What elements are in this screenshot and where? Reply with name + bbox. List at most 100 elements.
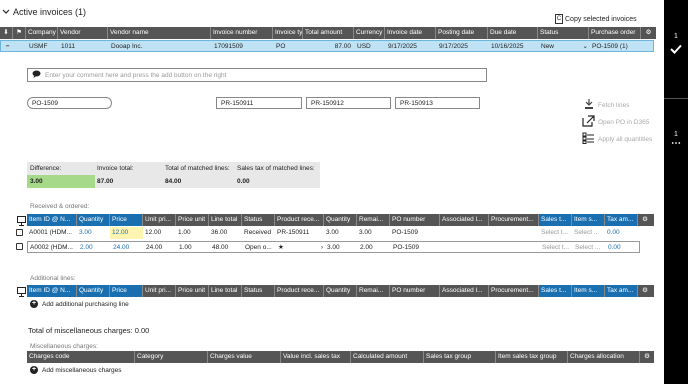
- copy-selected-invoices-button[interactable]: C Copy selected invoices: [555, 14, 637, 24]
- add-additional-line-button[interactable]: + Add additional purchasing line: [30, 300, 129, 308]
- column-chooser-icon[interactable]: [17, 216, 26, 228]
- gear-icon[interactable]: ⚙: [638, 214, 652, 226]
- col-item-sales[interactable]: Item s...: [572, 214, 605, 226]
- col-calculated-amount[interactable]: Calculated amount: [351, 351, 424, 363]
- col-item-id[interactable]: Item ID @ N...: [27, 214, 77, 226]
- flag-icon[interactable]: ⚑: [13, 27, 26, 39]
- col-sales-tax[interactable]: Sales t...: [539, 214, 572, 226]
- col-charges-value[interactable]: Charges value: [208, 351, 281, 363]
- col-charges-code[interactable]: Charges code: [27, 351, 135, 363]
- col-quantity-2[interactable]: Quantity: [324, 214, 357, 226]
- col-sales-tax[interactable]: Sales t...: [539, 285, 572, 297]
- collapse-chevron-icon[interactable]: [2, 7, 10, 17]
- col-price[interactable]: Price: [110, 285, 143, 297]
- col-vendor-name[interactable]: Vendor name: [108, 27, 211, 39]
- col-product-receipt[interactable]: Product rece...: [275, 214, 324, 226]
- cell-tax-amount[interactable]: 0.00: [606, 242, 639, 254]
- col-status[interactable]: Status: [242, 214, 275, 226]
- cell-quantity[interactable]: 3.00: [77, 227, 110, 239]
- add-misc-charges-button[interactable]: + Add miscellaneous charges: [30, 366, 122, 374]
- col-status[interactable]: Status: [242, 285, 275, 297]
- table-row[interactable]: A0002 (HDM... 2.00 24.00 24.00 1.00 48.0…: [27, 241, 640, 253]
- gear-icon[interactable]: ⚙: [640, 351, 654, 363]
- col-item-sales-tax-group[interactable]: Item sales tax group: [496, 351, 568, 363]
- cell-quantity[interactable]: 2.00: [78, 242, 111, 254]
- col-invoice-date[interactable]: Invoice date: [385, 27, 436, 39]
- invoice-grid-header: ⬇ ⚑ Company Vendor Vendor name Invoice n…: [0, 27, 656, 39]
- more-icon[interactable]: ⋯: [664, 138, 688, 149]
- col-po-number[interactable]: PO number: [390, 285, 440, 297]
- cell-price[interactable]: 12.00: [110, 227, 143, 239]
- col-sales-tax-group[interactable]: Sales tax group: [424, 351, 496, 363]
- col-tax-amount[interactable]: Tax am...: [605, 214, 638, 226]
- col-price-unit[interactable]: Price unit: [176, 214, 209, 226]
- col-item-sales[interactable]: Item s...: [572, 285, 605, 297]
- collapse-row-icon[interactable]: −: [1, 41, 14, 53]
- cell-sales-tax[interactable]: Select t...: [540, 242, 573, 254]
- col-price-unit[interactable]: Price unit: [176, 285, 209, 297]
- chevron-right-icon[interactable]: ›: [321, 244, 323, 252]
- gear-icon[interactable]: ⚙: [638, 285, 652, 297]
- cell-quantity-2: 3.00: [327, 244, 340, 251]
- table-row[interactable]: A0001 (HDM... 3.00 12.00 12.00 1.00 36.0…: [27, 227, 640, 239]
- cell-item-sales[interactable]: Select ...: [572, 227, 605, 239]
- col-remaining[interactable]: Remai...: [357, 285, 390, 297]
- receipt-field-3[interactable]: PR-150913: [395, 97, 480, 109]
- star-icon[interactable]: ★: [278, 244, 284, 252]
- cell-status[interactable]: New ⌄: [539, 41, 590, 53]
- col-vendor[interactable]: Vendor: [58, 27, 108, 39]
- invoice-row[interactable]: − USMF 1011 Dooap Inc. 17091509 PO 87.00…: [0, 40, 654, 52]
- checkmark-icon[interactable]: [670, 44, 682, 56]
- open-po-button[interactable]: Open PO in D365: [582, 115, 649, 129]
- col-tax-amount[interactable]: Tax am...: [605, 285, 638, 297]
- col-associated[interactable]: Associated l...: [440, 285, 489, 297]
- fetch-lines-button[interactable]: Fetch lines: [584, 98, 629, 112]
- invoice-total-value: 87.00: [97, 178, 114, 185]
- col-procurement[interactable]: Procurement...: [489, 285, 539, 297]
- col-unit-price[interactable]: Unit pri...: [143, 214, 176, 226]
- col-item-id[interactable]: Item ID @ N...: [27, 285, 77, 297]
- col-unit-price[interactable]: Unit pri...: [143, 285, 176, 297]
- col-quantity[interactable]: Quantity: [77, 285, 110, 297]
- column-chooser-icon[interactable]: [17, 287, 26, 299]
- col-charges-allocation[interactable]: Charges allocation: [568, 351, 640, 363]
- col-value-incl-tax[interactable]: Value incl. sales tax: [281, 351, 351, 363]
- chevron-down-icon[interactable]: ⌄: [583, 43, 588, 51]
- col-currency[interactable]: Currency: [354, 27, 385, 39]
- cell-sales-tax[interactable]: Select t...: [539, 227, 572, 239]
- col-invoice-number[interactable]: Invoice number: [211, 27, 273, 39]
- col-procurement[interactable]: Procurement...: [489, 214, 539, 226]
- cell-price[interactable]: 24.00: [111, 242, 144, 254]
- col-status[interactable]: Status: [538, 27, 589, 39]
- col-price[interactable]: Price: [110, 214, 143, 226]
- col-remaining[interactable]: Remai...: [357, 214, 390, 226]
- receipt-field-1[interactable]: PR-150911: [216, 97, 302, 109]
- col-associated[interactable]: Associated l...: [440, 214, 489, 226]
- col-purchase-order[interactable]: Purchase order: [589, 27, 641, 39]
- cell-total-amount: 87.00: [334, 43, 351, 50]
- po-number-field[interactable]: PO-1509: [27, 97, 112, 109]
- row-checkbox[interactable]: [16, 229, 23, 238]
- apply-all-quantities-button[interactable]: Apply all quantities: [582, 132, 652, 146]
- cell-tax-amount[interactable]: 0.00: [605, 227, 638, 239]
- col-product-receipt[interactable]: Product rece...: [275, 285, 324, 297]
- col-quantity[interactable]: Quantity: [77, 214, 110, 226]
- col-line-total[interactable]: Line total: [209, 285, 242, 297]
- col-posting-date[interactable]: Posting date: [436, 27, 488, 39]
- col-total-amount[interactable]: Total amount: [303, 27, 354, 39]
- cell-product-receipt[interactable]: ★ ›: [276, 242, 325, 254]
- col-line-total[interactable]: Line total: [209, 214, 242, 226]
- col-invoice-type[interactable]: Invoice type: [273, 27, 303, 39]
- receipt-field-2[interactable]: PR-150912: [306, 97, 391, 109]
- cell-purchase-order[interactable]: PO-1509 (1): [590, 41, 652, 53]
- cell-item-sales[interactable]: Select ...: [573, 242, 606, 254]
- row-checkbox[interactable]: [16, 243, 23, 252]
- gear-icon[interactable]: ⚙: [641, 27, 656, 39]
- col-company[interactable]: Company: [26, 27, 58, 39]
- col-category[interactable]: Category: [135, 351, 208, 363]
- comment-field[interactable]: Enter your comment here and press the ad…: [27, 68, 487, 82]
- col-quantity-2[interactable]: Quantity: [324, 285, 357, 297]
- download-icon[interactable]: ⬇: [0, 27, 13, 39]
- col-po-number[interactable]: PO number: [390, 214, 440, 226]
- col-due-date[interactable]: Due date: [488, 27, 538, 39]
